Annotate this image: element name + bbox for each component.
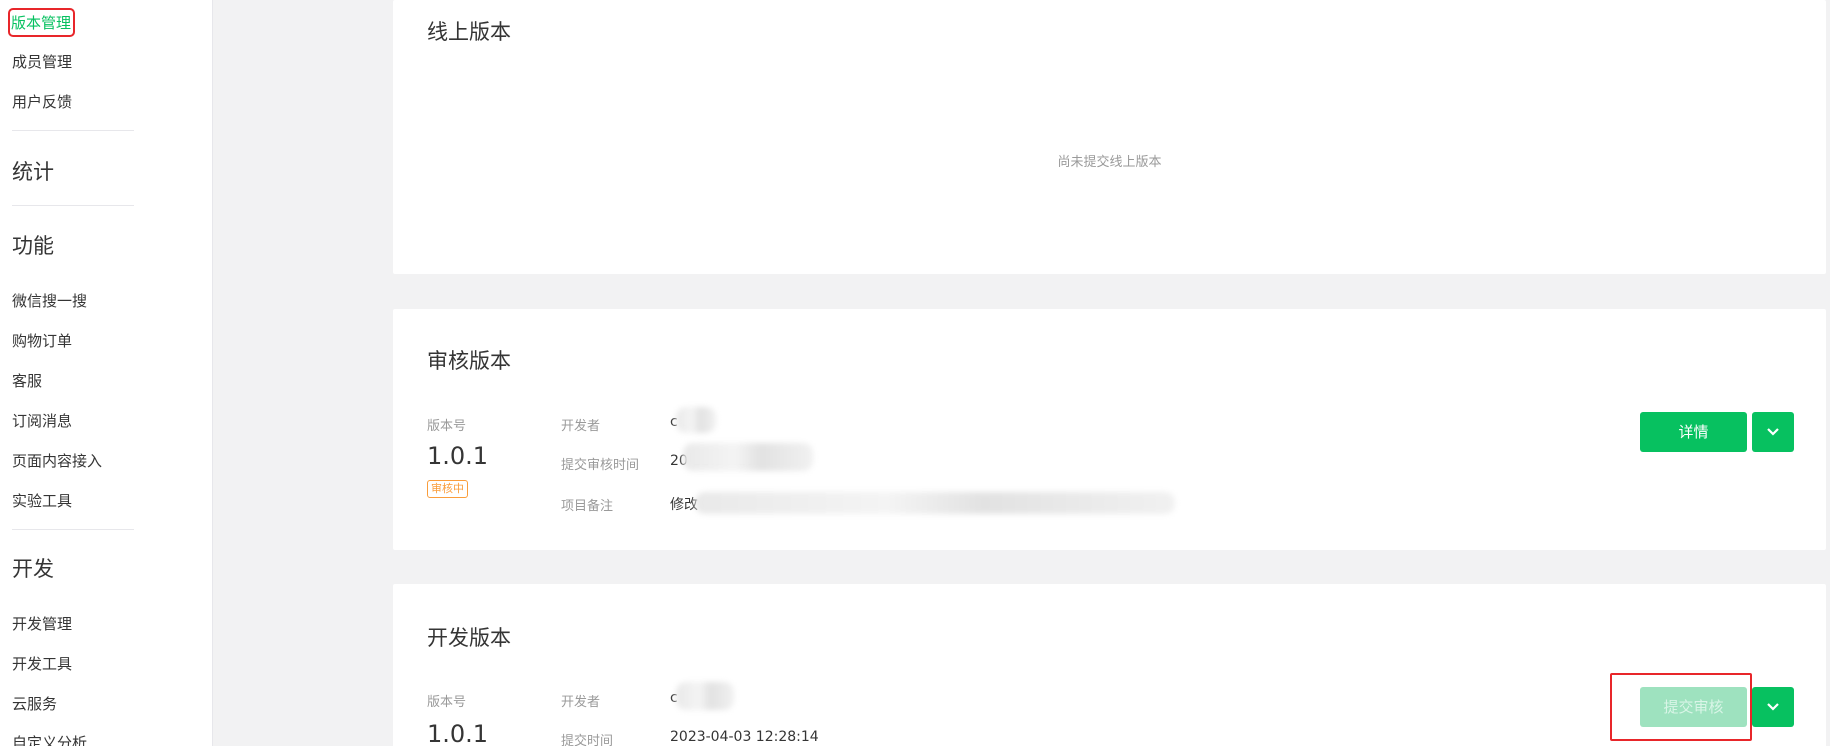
dev-more-dropdown-button[interactable] bbox=[1752, 687, 1794, 727]
chevron-down-icon bbox=[1767, 703, 1779, 711]
sidebar-item-page-content[interactable]: 页面内容接入 bbox=[12, 450, 102, 471]
chevron-down-icon bbox=[1767, 428, 1779, 436]
redaction-blur bbox=[676, 407, 716, 433]
online-version-title: 线上版本 bbox=[427, 20, 511, 44]
sidebar-item-dev-management[interactable]: 开发管理 bbox=[12, 613, 72, 634]
sidebar-item-shopping-orders[interactable]: 购物订单 bbox=[12, 330, 72, 351]
redaction-blur bbox=[695, 492, 1175, 514]
sidebar-item-customer-service[interactable]: 客服 bbox=[12, 370, 42, 391]
sidebar-item-experiment-tools[interactable]: 实验工具 bbox=[12, 490, 72, 511]
project-remark-value: 修改 bbox=[670, 497, 698, 513]
online-version-card: 线上版本 尚未提交线上版本 bbox=[393, 0, 1826, 274]
status-badge: 审核中 bbox=[427, 480, 468, 498]
submit-time-value: 2023-04-03 12:28:14 bbox=[670, 729, 819, 745]
dev-version-title: 开发版本 bbox=[427, 626, 511, 650]
submit-time-label: 提交时间 bbox=[561, 734, 614, 746]
sidebar-item-user-feedback[interactable]: 用户反馈 bbox=[12, 91, 72, 112]
sidebar-divider bbox=[12, 130, 134, 131]
developer-label: 开发者 bbox=[561, 695, 601, 710]
version-number-value: 1.0.1 bbox=[427, 442, 489, 470]
sidebar-divider bbox=[12, 529, 134, 530]
sidebar-section-stats[interactable]: 统计 bbox=[12, 156, 54, 186]
version-number-label: 版本号 bbox=[427, 419, 467, 434]
highlight-annotation-box bbox=[1610, 673, 1752, 741]
sidebar-section-dev: 开发 bbox=[12, 557, 54, 581]
sidebar-section-features: 功能 bbox=[12, 234, 54, 258]
review-version-card: 审核版本 版本号 1.0.1 审核中 开发者 c s 提交审核时间 20 12:… bbox=[393, 309, 1826, 550]
dev-version-card: 开发版本 版本号 1.0.1 开发者 c 提交时间 2023-04-03 12:… bbox=[393, 584, 1826, 746]
sidebar-divider bbox=[12, 205, 134, 206]
sidebar-item-custom-analysis[interactable]: 自定义分析 bbox=[12, 732, 87, 746]
review-version-title: 审核版本 bbox=[427, 349, 511, 373]
redaction-blur bbox=[683, 443, 813, 471]
online-version-empty-text: 尚未提交线上版本 bbox=[1057, 155, 1162, 170]
version-number-label: 版本号 bbox=[427, 695, 467, 710]
sidebar-item-version-management[interactable]: 版本管理 bbox=[8, 8, 76, 37]
sidebar-item-dev-tools[interactable]: 开发工具 bbox=[12, 653, 72, 674]
review-more-dropdown-button[interactable] bbox=[1752, 412, 1794, 452]
sidebar: 版本管理 成员管理 用户反馈 统计 功能 微信搜一搜 购物订单 客服 订阅消息 … bbox=[0, 0, 213, 746]
version-number-value: 1.0.1 bbox=[427, 720, 489, 746]
sidebar-item-cloud-service[interactable]: 云服务 bbox=[12, 693, 57, 714]
details-button[interactable]: 详情 bbox=[1640, 412, 1747, 452]
sidebar-item-wechat-search[interactable]: 微信搜一搜 bbox=[12, 290, 87, 311]
sidebar-item-member-management[interactable]: 成员管理 bbox=[12, 51, 72, 72]
submit-review-time-label: 提交审核时间 bbox=[561, 458, 640, 473]
sidebar-item-subscription-messages[interactable]: 订阅消息 bbox=[12, 410, 72, 431]
project-remark-label: 项目备注 bbox=[561, 499, 614, 514]
redaction-blur bbox=[676, 682, 734, 710]
developer-label: 开发者 bbox=[561, 419, 601, 434]
